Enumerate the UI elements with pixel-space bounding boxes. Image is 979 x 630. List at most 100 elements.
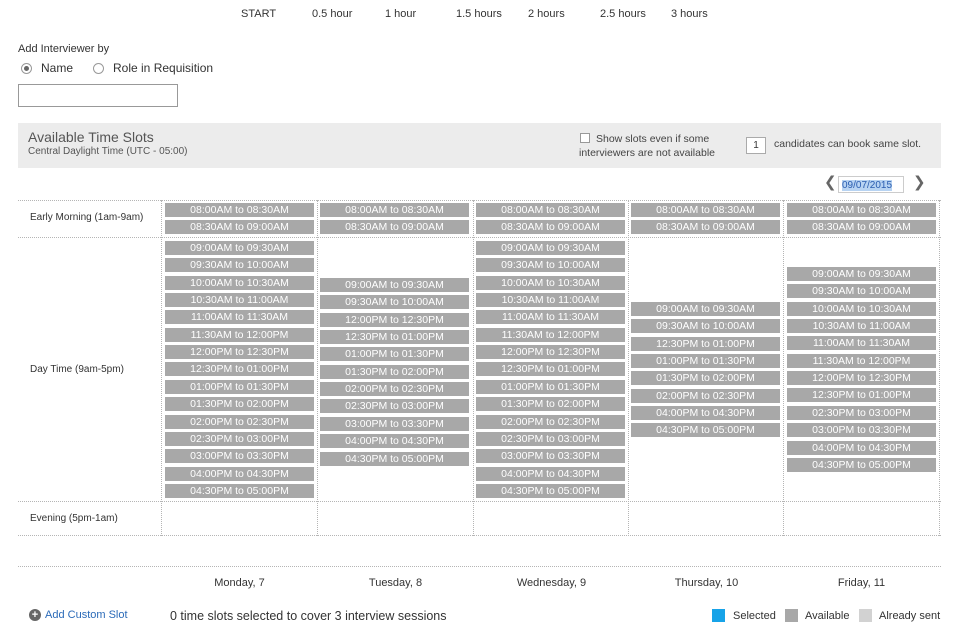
radio-role[interactable]: Role in Requisition <box>93 61 213 75</box>
time-slot[interactable]: 01:30PM to 02:00PM <box>320 364 469 379</box>
time-slot[interactable]: 09:00AM to 09:30AM <box>631 302 780 316</box>
time-slot[interactable]: 08:30AM to 09:00AM <box>320 220 469 235</box>
time-slot[interactable]: 11:30AM to 12:00PM <box>476 327 625 342</box>
time-slot[interactable]: 01:30PM to 02:00PM <box>165 397 314 412</box>
time-slot[interactable]: 03:00PM to 03:30PM <box>165 449 314 464</box>
legend-label-selected: Selected <box>733 610 776 622</box>
time-slot[interactable]: 11:00AM to 11:30AM <box>165 310 314 325</box>
time-slot[interactable]: 01:00PM to 01:30PM <box>320 347 469 362</box>
time-slot[interactable]: 08:30AM to 09:00AM <box>787 220 936 235</box>
time-slot[interactable]: 08:30AM to 09:00AM <box>631 220 780 235</box>
time-slot[interactable]: 12:30PM to 01:00PM <box>631 336 780 351</box>
show-slots-checkbox[interactable] <box>580 133 590 143</box>
time-slot[interactable]: 11:30AM to 12:00PM <box>165 327 314 342</box>
time-slot[interactable]: 09:30AM to 10:00AM <box>320 295 469 310</box>
radio-circle-selected[interactable] <box>21 62 32 74</box>
interviewer-name-input[interactable] <box>18 84 178 107</box>
time-slot[interactable]: 04:00PM to 04:30PM <box>631 406 780 421</box>
time-slot[interactable]: 08:00AM to 08:30AM <box>787 203 936 217</box>
time-slot[interactable]: 12:30PM to 01:00PM <box>320 330 469 345</box>
time-slot[interactable]: 12:00PM to 12:30PM <box>787 371 936 386</box>
duration-1-hour[interactable]: 1 hour <box>385 8 416 20</box>
time-slot[interactable]: 08:00AM to 08:30AM <box>631 203 780 217</box>
time-slot[interactable]: 04:30PM to 05:00PM <box>165 483 314 498</box>
time-slot[interactable]: 02:30PM to 03:00PM <box>787 405 936 420</box>
period-early-morning: Early Morning (1am-9am) <box>30 212 144 223</box>
time-slot[interactable]: 02:30PM to 03:00PM <box>320 399 469 414</box>
time-slot[interactable]: 09:30AM to 10:00AM <box>787 284 936 299</box>
time-slot[interactable]: 08:00AM to 08:30AM <box>476 203 625 217</box>
duration-3-hours[interactable]: 3 hours <box>671 8 708 20</box>
grid-column-divider <box>939 200 940 536</box>
time-slot[interactable]: 10:30AM to 11:00AM <box>787 319 936 334</box>
duration-start[interactable]: START <box>241 8 276 20</box>
grid-line <box>18 501 941 502</box>
time-slot[interactable]: 09:30AM to 10:00AM <box>165 258 314 273</box>
time-slot[interactable]: 04:30PM to 05:00PM <box>476 483 625 498</box>
time-slot[interactable]: 12:30PM to 01:00PM <box>787 388 936 403</box>
time-slot[interactable]: 04:00PM to 04:30PM <box>787 440 936 455</box>
time-slot[interactable]: 08:30AM to 09:00AM <box>476 220 625 235</box>
time-slot[interactable]: 04:00PM to 04:30PM <box>320 434 469 449</box>
time-slot[interactable]: 02:30PM to 03:00PM <box>476 431 625 446</box>
time-slot[interactable]: 11:00AM to 11:30AM <box>476 310 625 325</box>
add-custom-slot-button[interactable]: + Add Custom Slot <box>29 609 128 621</box>
time-slot[interactable]: 08:30AM to 09:00AM <box>165 220 314 235</box>
day-label-friday: Friday, 11 <box>837 577 886 589</box>
time-slot[interactable]: 04:30PM to 05:00PM <box>787 457 936 472</box>
time-slot[interactable]: 11:30AM to 12:00PM <box>787 353 936 368</box>
duration-2-hours[interactable]: 2 hours <box>528 8 565 20</box>
time-slot[interactable]: 09:00AM to 09:30AM <box>476 241 625 255</box>
time-slot[interactable]: 04:30PM to 05:00PM <box>320 451 469 466</box>
date-input[interactable]: 09/07/2015 <box>838 176 904 193</box>
time-slot[interactable]: 10:00AM to 10:30AM <box>165 275 314 290</box>
time-slot[interactable]: 09:30AM to 10:00AM <box>476 258 625 273</box>
time-slot[interactable]: 04:00PM to 04:30PM <box>165 466 314 481</box>
time-slot[interactable]: 04:30PM to 05:00PM <box>631 423 780 438</box>
time-slot[interactable]: 03:00PM to 03:30PM <box>320 416 469 431</box>
time-slot[interactable]: 02:00PM to 02:30PM <box>165 414 314 429</box>
time-slot[interactable]: 09:00AM to 09:30AM <box>320 278 469 292</box>
time-slot[interactable]: 08:00AM to 08:30AM <box>320 203 469 217</box>
time-slot[interactable]: 10:00AM to 10:30AM <box>787 301 936 316</box>
day-label-tuesday: Tuesday, 8 <box>368 577 423 589</box>
time-slot[interactable]: 02:00PM to 02:30PM <box>476 414 625 429</box>
candidates-count-input[interactable]: 1 <box>746 137 766 154</box>
time-slot[interactable]: 09:30AM to 10:00AM <box>631 319 780 334</box>
time-slot[interactable]: 01:00PM to 01:30PM <box>631 354 780 369</box>
duration-0-5-hour[interactable]: 0.5 hour <box>312 8 352 20</box>
time-slot[interactable]: 01:00PM to 01:30PM <box>165 379 314 394</box>
grid-column-divider <box>783 200 784 536</box>
time-slot[interactable]: 03:00PM to 03:30PM <box>787 423 936 438</box>
timezone-label: Central Daylight Time (UTC - 05:00) <box>28 146 188 157</box>
time-slot[interactable]: 11:00AM to 11:30AM <box>787 336 936 351</box>
time-slot[interactable]: 12:00PM to 12:30PM <box>165 345 314 360</box>
time-slot[interactable]: 12:00PM to 12:30PM <box>476 345 625 360</box>
time-slot[interactable]: 02:00PM to 02:30PM <box>320 382 469 397</box>
time-slot[interactable]: 12:30PM to 01:00PM <box>476 362 625 377</box>
time-slot[interactable]: 04:00PM to 04:30PM <box>476 466 625 481</box>
radio-name[interactable]: Name <box>21 61 73 75</box>
time-slot[interactable]: 09:00AM to 09:30AM <box>165 241 314 255</box>
time-slot[interactable]: 10:00AM to 10:30AM <box>476 275 625 290</box>
duration-2-5-hours[interactable]: 2.5 hours <box>600 8 646 20</box>
time-slot[interactable]: 01:30PM to 02:00PM <box>476 397 625 412</box>
period-day-time: Day Time (9am-5pm) <box>30 364 124 375</box>
time-slot[interactable]: 09:00AM to 09:30AM <box>787 267 936 281</box>
time-slot[interactable]: 08:00AM to 08:30AM <box>165 203 314 217</box>
chevron-left-icon[interactable]: ❮ <box>824 173 837 191</box>
time-slot[interactable]: 12:00PM to 12:30PM <box>320 312 469 327</box>
duration-1-5-hours[interactable]: 1.5 hours <box>456 8 502 20</box>
time-slot[interactable]: 02:30PM to 03:00PM <box>165 431 314 446</box>
time-slot[interactable]: 01:00PM to 01:30PM <box>476 379 625 394</box>
time-slot[interactable]: 02:00PM to 02:30PM <box>631 388 780 403</box>
radio-circle[interactable] <box>93 62 104 74</box>
time-slot[interactable]: 12:30PM to 01:00PM <box>165 362 314 377</box>
legend-label-available: Available <box>805 610 850 622</box>
time-slot[interactable]: 01:30PM to 02:00PM <box>631 371 780 386</box>
grid-line <box>18 535 941 536</box>
chevron-right-icon[interactable]: ❯ <box>913 173 926 191</box>
time-slot[interactable]: 10:30AM to 11:00AM <box>165 293 314 308</box>
time-slot[interactable]: 10:30AM to 11:00AM <box>476 293 625 308</box>
time-slot[interactable]: 03:00PM to 03:30PM <box>476 449 625 464</box>
